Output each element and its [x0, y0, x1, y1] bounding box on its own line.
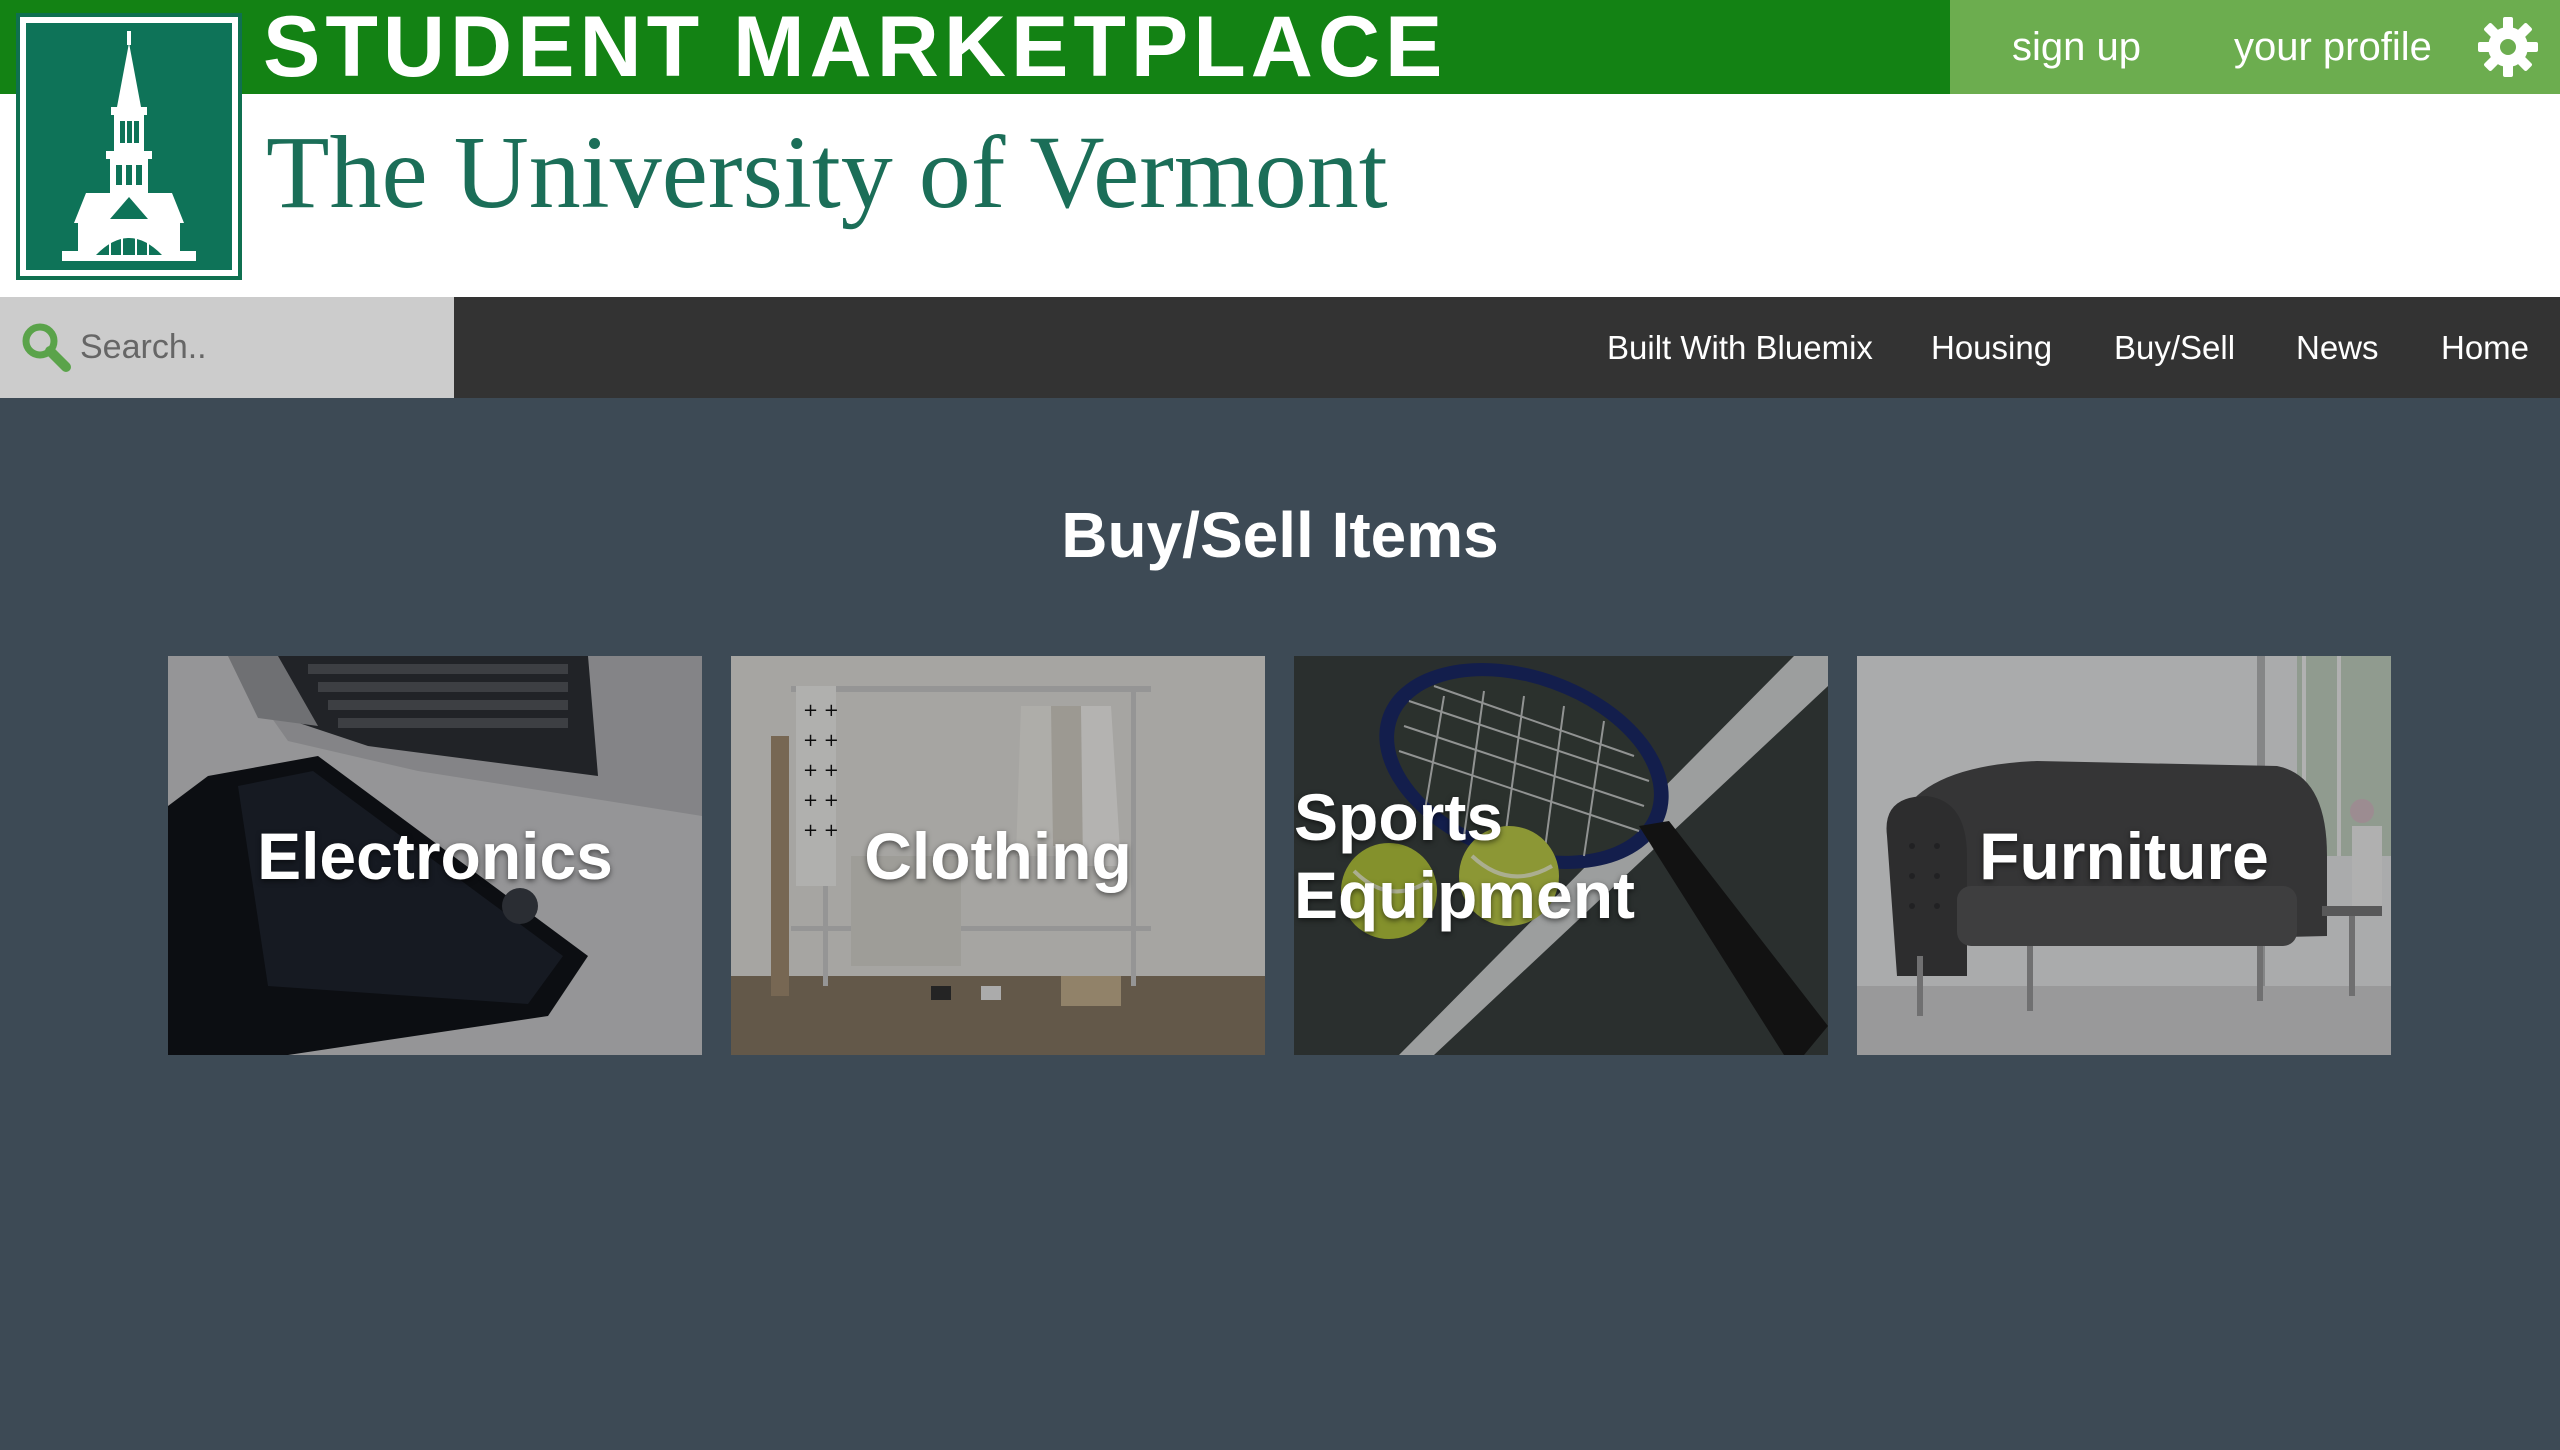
category-label: Furniture	[1979, 818, 2269, 893]
sign-up-link[interactable]: sign up	[2012, 0, 2141, 94]
bell-tower-icon	[62, 31, 196, 261]
site-title: STUDENT MARKETPLACE	[263, 0, 1448, 95]
category-label: Clothing	[864, 818, 1132, 893]
category-card-sports-equipment[interactable]: Sports Equipment	[1294, 656, 1828, 1055]
user-menu: sign up your profile	[1950, 0, 2560, 94]
section-title: Buy/Sell Items	[1061, 499, 1499, 571]
university-name: The University of Vermont	[266, 115, 1388, 230]
category-card-furniture[interactable]: Furniture	[1857, 656, 2391, 1055]
logo-background	[26, 23, 232, 270]
your-profile-link[interactable]: your profile	[2234, 0, 2432, 94]
search-icon	[22, 323, 71, 372]
nav-link-home[interactable]: Home	[2441, 297, 2529, 398]
nav-link-housing[interactable]: Housing	[1931, 297, 2052, 398]
uvm-logo[interactable]	[16, 13, 242, 280]
category-card-electronics[interactable]: Electronics	[168, 656, 702, 1055]
site-header: STUDENT MARKETPLACE sign up your profile	[0, 0, 2560, 297]
category-label: Sports Equipment	[1294, 779, 1635, 932]
nav-link-buy-sell[interactable]: Buy/Sell	[2114, 297, 2235, 398]
gear-icon[interactable]	[2476, 15, 2540, 79]
nav-link-news[interactable]: News	[2296, 297, 2379, 398]
search-input[interactable]	[80, 319, 440, 375]
title-bar: STUDENT MARKETPLACE	[0, 0, 1950, 94]
nav-link-built-with-bluemix[interactable]: Built With Bluemix	[1607, 297, 1873, 398]
category-card-clothing[interactable]: + + + + + + + + + + Clothing	[731, 656, 1265, 1055]
main-nav: Built With Bluemix Housing Buy/Sell News…	[0, 297, 2560, 398]
category-label: Electronics	[257, 818, 613, 893]
page: STUDENT MARKETPLACE sign up your profile	[0, 0, 2560, 1450]
search-box[interactable]	[0, 297, 454, 398]
